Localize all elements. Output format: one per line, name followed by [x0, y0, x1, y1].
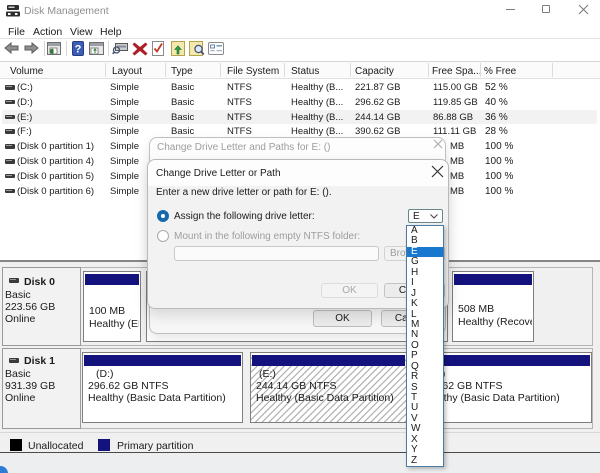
svg-text:?: ?: [75, 44, 82, 56]
